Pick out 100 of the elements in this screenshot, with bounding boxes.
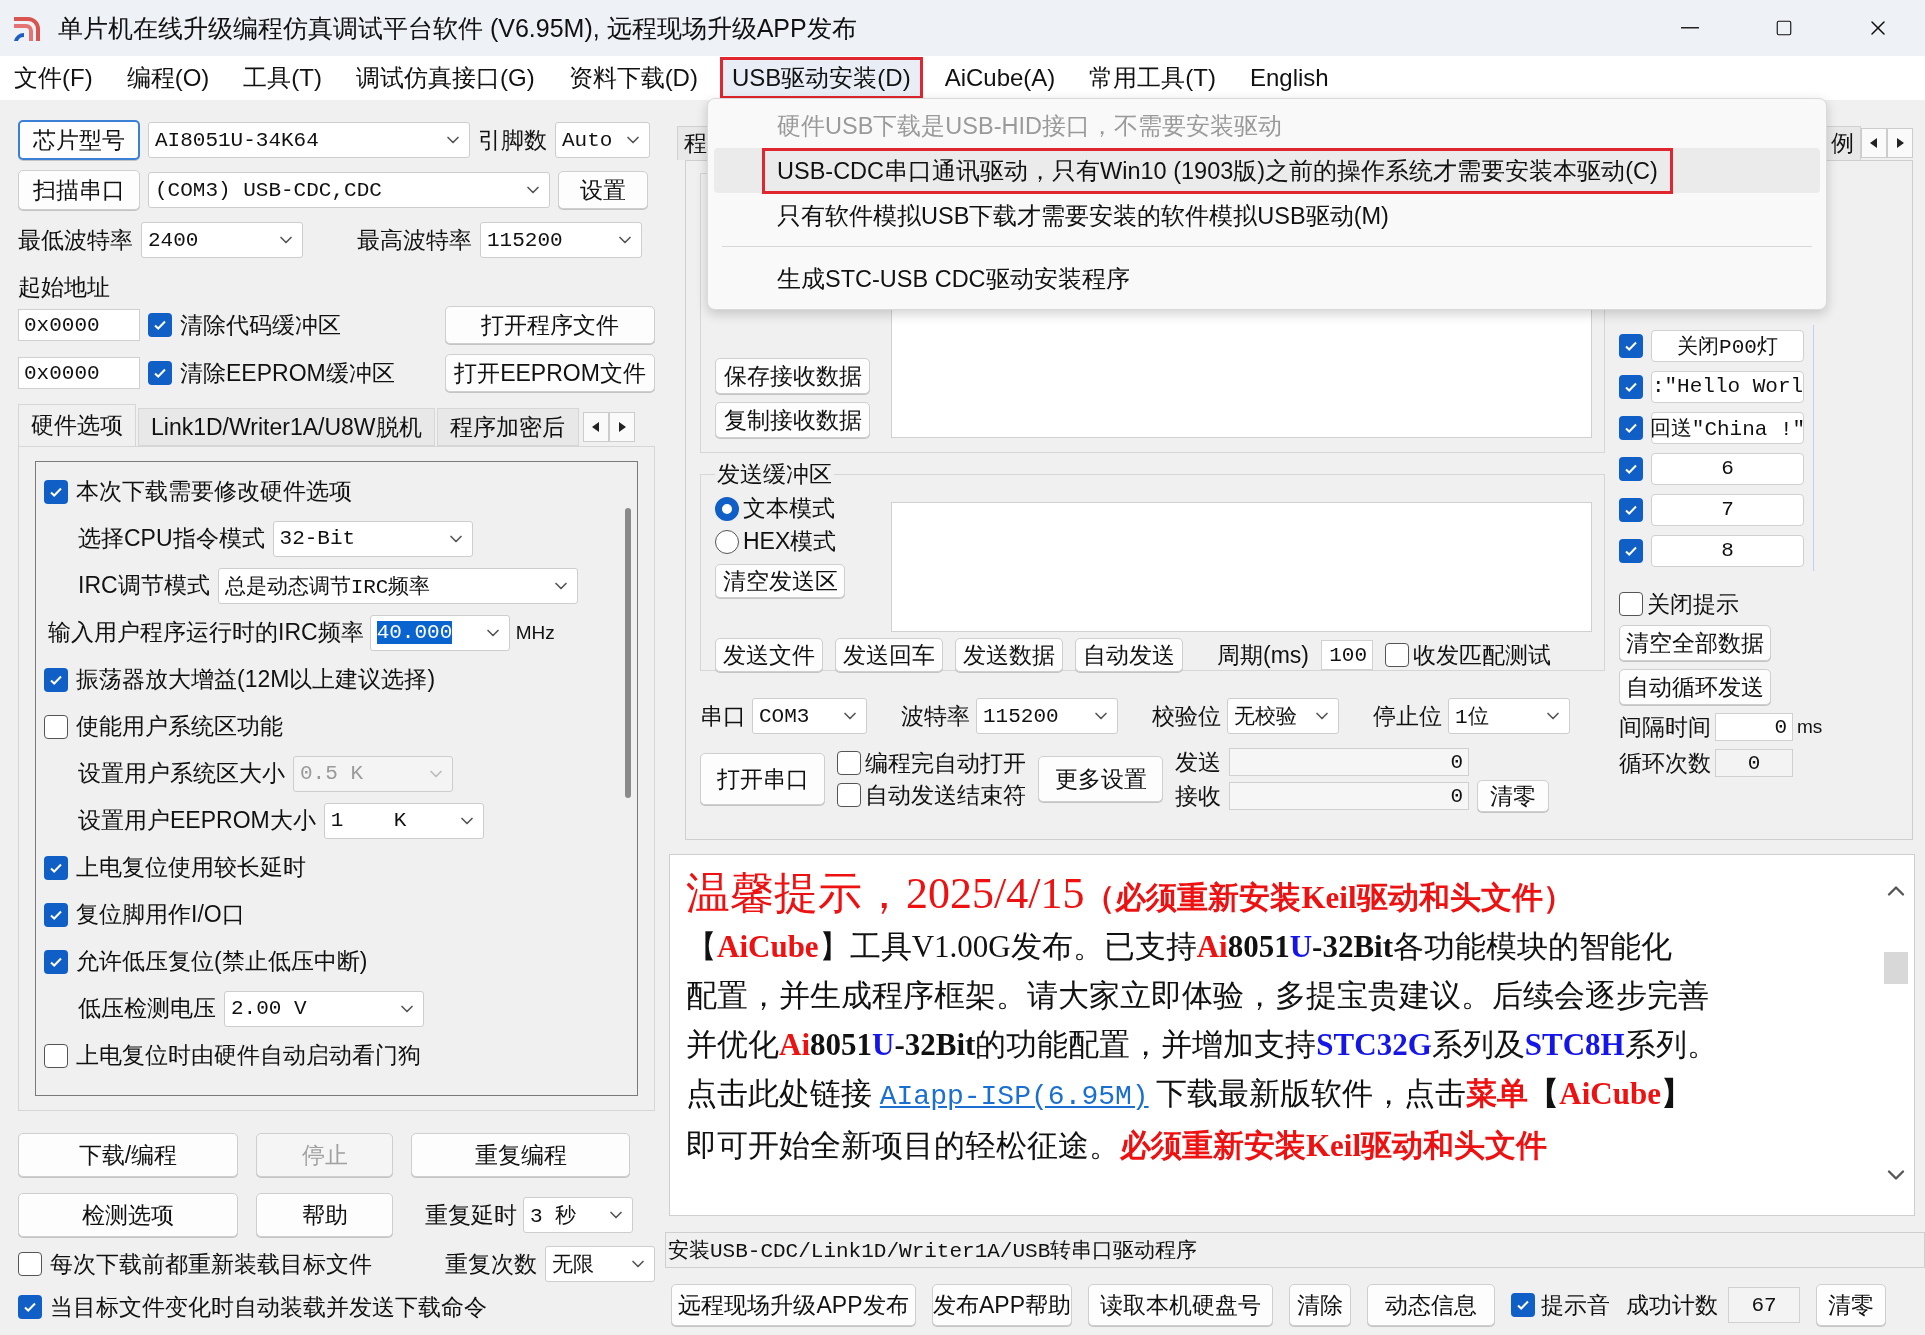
quick-send-field[interactable]: 8 xyxy=(1651,534,1804,567)
download-link[interactable]: AIapp-ISP(6.95M) xyxy=(879,1081,1149,1112)
menu-item[interactable]: 编程(O) xyxy=(114,57,222,99)
label: 低压检测电压 xyxy=(78,994,216,1023)
checkbox[interactable] xyxy=(1619,374,1643,399)
dropdown-field[interactable]: 1位 xyxy=(1448,698,1570,734)
checkbox[interactable] xyxy=(18,1295,42,1319)
menu-item[interactable]: 资料下载(D) xyxy=(556,57,710,99)
tab[interactable]: 程序加密后 xyxy=(436,408,579,446)
checkbox[interactable] xyxy=(44,902,68,927)
button[interactable]: 打开串口 xyxy=(700,753,825,805)
button[interactable]: 清除 xyxy=(1289,1284,1351,1326)
checkbox[interactable] xyxy=(1619,415,1643,440)
quick-send-field[interactable]: 关闭P00灯 xyxy=(1651,329,1804,362)
dropdown-field[interactable]: 2400 xyxy=(141,222,303,258)
button[interactable]: 设置 xyxy=(558,171,648,209)
menu-item[interactable]: 调试仿真接口(G) xyxy=(343,57,547,99)
checkbox[interactable] xyxy=(1385,643,1409,667)
menu-item[interactable]: 工具(T) xyxy=(231,57,334,99)
menu-item[interactable]: USB-CDC串口通讯驱动，只有Win10 (1903版)之前的操作系统才需要安装本驱动(C) xyxy=(714,148,1820,193)
button[interactable]: 发送数据 xyxy=(955,638,1063,672)
chip-model-button[interactable]: 芯片型号 xyxy=(18,120,140,160)
address-field[interactable]: 0x0000 xyxy=(18,357,140,389)
button[interactable]: 打开程序文件 xyxy=(445,306,655,344)
button[interactable]: 发布APP帮助 xyxy=(932,1284,1072,1326)
button[interactable]: 清零 xyxy=(1477,780,1549,812)
dropdown-field[interactable]: 3 秒 xyxy=(523,1197,633,1233)
quick-send-field[interactable]: :"Hello Worl xyxy=(1651,370,1804,403)
button[interactable]: 清零 xyxy=(1816,1284,1886,1326)
checkbox[interactable] xyxy=(44,855,68,880)
checkbox[interactable] xyxy=(18,1252,42,1276)
frequency-field[interactable]: 40.000 xyxy=(369,614,510,651)
quick-send-field[interactable]: 6 xyxy=(1651,452,1804,485)
radio-button[interactable] xyxy=(715,529,739,554)
button[interactable]: 扫描串口 xyxy=(18,170,140,210)
dropdown-field[interactable]: 无校验 xyxy=(1227,698,1339,734)
button[interactable]: 清空发送区 xyxy=(715,564,845,598)
dropdown-field[interactable]: 1 K xyxy=(323,802,484,839)
scroll-right-button[interactable] xyxy=(1887,128,1913,158)
button[interactable]: 自动发送 xyxy=(1075,638,1183,672)
checkbox[interactable] xyxy=(148,361,172,385)
scrollbar-thumb[interactable] xyxy=(625,508,631,798)
tab[interactable]: 硬件选项 xyxy=(18,404,136,446)
button[interactable]: 检测选项 xyxy=(18,1193,238,1237)
scroll-right-button[interactable] xyxy=(608,412,635,442)
dropdown-field[interactable]: 总是动态调节IRC频率 xyxy=(217,567,578,604)
menu-item[interactable]: 常用工具(T) xyxy=(1077,57,1228,99)
dropdown-field[interactable]: COM3 xyxy=(752,698,867,734)
radio-button[interactable] xyxy=(715,496,739,521)
button[interactable]: 发送回车 xyxy=(835,638,943,672)
button[interactable]: 打开EEPROM文件 xyxy=(445,354,655,392)
dropdown-field[interactable]: AI8051U-34K64 xyxy=(148,122,470,158)
checkbox[interactable] xyxy=(148,313,172,337)
button[interactable]: 清空全部数据 xyxy=(1619,625,1771,661)
button[interactable]: 更多设置 xyxy=(1038,756,1163,802)
dropdown-field[interactable]: (COM3) USB-CDC,CDC xyxy=(148,172,550,208)
checkbox[interactable] xyxy=(1619,456,1643,481)
menu-item[interactable]: 文件(F) xyxy=(2,57,105,99)
checkbox[interactable] xyxy=(1619,592,1643,616)
button[interactable]: 发送文件 xyxy=(715,638,823,672)
checkbox[interactable] xyxy=(1511,1293,1535,1317)
checkbox[interactable] xyxy=(44,714,68,739)
checkbox[interactable] xyxy=(837,783,861,807)
checkbox[interactable] xyxy=(1619,333,1643,358)
button[interactable]: 复制接收数据 xyxy=(715,402,870,438)
dropdown-field[interactable]: 115200 xyxy=(480,222,642,258)
checkbox[interactable] xyxy=(44,1043,68,1068)
checkbox[interactable] xyxy=(1619,497,1643,522)
dropdown-field[interactable]: Auto xyxy=(555,122,650,158)
checkbox[interactable] xyxy=(44,667,68,692)
period-field[interactable]: 100 xyxy=(1321,640,1373,670)
dropdown-field[interactable]: 115200 xyxy=(976,698,1118,734)
button[interactable]: 重复编程 xyxy=(411,1133,630,1177)
dropdown-field[interactable]: 32-Bit xyxy=(272,520,473,557)
checkbox[interactable] xyxy=(44,479,68,504)
scroll-left-button[interactable] xyxy=(582,412,609,442)
menu-item[interactable]: USB驱动安装(D) xyxy=(719,57,923,99)
checkbox[interactable] xyxy=(837,751,861,775)
button[interactable]: 远程现场升级APP发布 xyxy=(671,1284,916,1326)
button[interactable]: 读取本机硬盘号 xyxy=(1088,1284,1273,1326)
button[interactable]: 自动循环发送 xyxy=(1619,669,1771,705)
address-field[interactable]: 0x0000 xyxy=(18,309,140,341)
button[interactable]: 帮助 xyxy=(256,1193,393,1237)
dropdown-field[interactable]: 2.00 V xyxy=(224,990,424,1027)
menu-item[interactable]: 只有软件模拟USB下载才需要安装的软件模拟USB驱动(M) xyxy=(714,193,1820,238)
dropdown-field[interactable]: 无限 xyxy=(545,1246,655,1282)
button[interactable]: 下载/编程 xyxy=(18,1133,238,1177)
scrollbar-thumb[interactable] xyxy=(1884,952,1908,984)
quick-send-field[interactable]: 回送"China !" xyxy=(1651,411,1804,444)
scroll-left-button[interactable] xyxy=(1861,128,1887,158)
button[interactable]: 动态信息 xyxy=(1367,1284,1495,1326)
checkbox[interactable] xyxy=(44,949,68,974)
checkbox[interactable] xyxy=(1619,538,1643,563)
button[interactable]: 保存接收数据 xyxy=(715,358,870,394)
quick-send-field[interactable]: 7 xyxy=(1651,493,1804,526)
interval-field[interactable]: 0 xyxy=(1715,713,1793,741)
menu-item[interactable]: AiCube(A) xyxy=(932,59,1068,97)
tab[interactable]: Link1D/Writer1A/U8W脱机 xyxy=(138,408,435,446)
menu-item[interactable]: English xyxy=(1238,59,1341,97)
menu-item[interactable]: 生成STC-USB CDC驱动安装程序 xyxy=(714,256,1820,301)
